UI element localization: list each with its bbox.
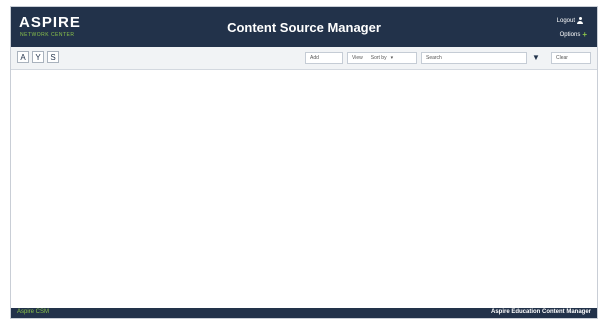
tool-button-y-label: Y bbox=[35, 52, 41, 62]
add-button-label: Add bbox=[310, 55, 319, 61]
tool-button-y[interactable]: Y bbox=[32, 51, 44, 63]
plus-icon: + bbox=[582, 30, 587, 39]
filter-icon[interactable]: ▼ bbox=[532, 53, 540, 62]
options-label: Options bbox=[559, 32, 581, 38]
search-placeholder: Search bbox=[426, 55, 442, 61]
logout-label: Logout bbox=[556, 17, 575, 24]
search-input[interactable]: Search bbox=[421, 52, 527, 64]
logout-link[interactable]: Logout bbox=[557, 17, 583, 24]
add-button[interactable]: Add bbox=[305, 52, 343, 64]
content-area bbox=[11, 70, 597, 310]
app-footer: Aspire CSM Aspire Education Content Mana… bbox=[11, 308, 597, 318]
page-title: Content Source Manager bbox=[227, 20, 381, 35]
sort-select[interactable]: View Sort by ▾ bbox=[347, 52, 417, 64]
user-icon bbox=[577, 17, 583, 24]
tool-button-a-label: A bbox=[20, 52, 26, 62]
tool-button-a[interactable]: A bbox=[17, 51, 29, 63]
footer-right-text: Aspire Education Content Manager bbox=[490, 309, 591, 315]
clear-button-label: Clear bbox=[556, 55, 568, 61]
clear-button[interactable]: Clear bbox=[551, 52, 591, 64]
options-link[interactable]: Options + bbox=[559, 30, 587, 39]
app-header: ASPIRE NETWORK CENTER Content Source Man… bbox=[11, 7, 597, 47]
view-label: View bbox=[352, 55, 363, 61]
tool-button-s-label: S bbox=[50, 52, 56, 62]
tool-button-s[interactable]: S bbox=[47, 51, 59, 63]
app-window: ASPIRE NETWORK CENTER Content Source Man… bbox=[10, 6, 598, 319]
sort-label: Sort by bbox=[370, 55, 387, 61]
toolbar: A Y S Add View Sort by ▾ Search ▼ Clear bbox=[11, 47, 597, 70]
chevron-down-icon: ▾ bbox=[390, 55, 394, 61]
footer-left-text: Aspire CSM bbox=[17, 309, 50, 315]
